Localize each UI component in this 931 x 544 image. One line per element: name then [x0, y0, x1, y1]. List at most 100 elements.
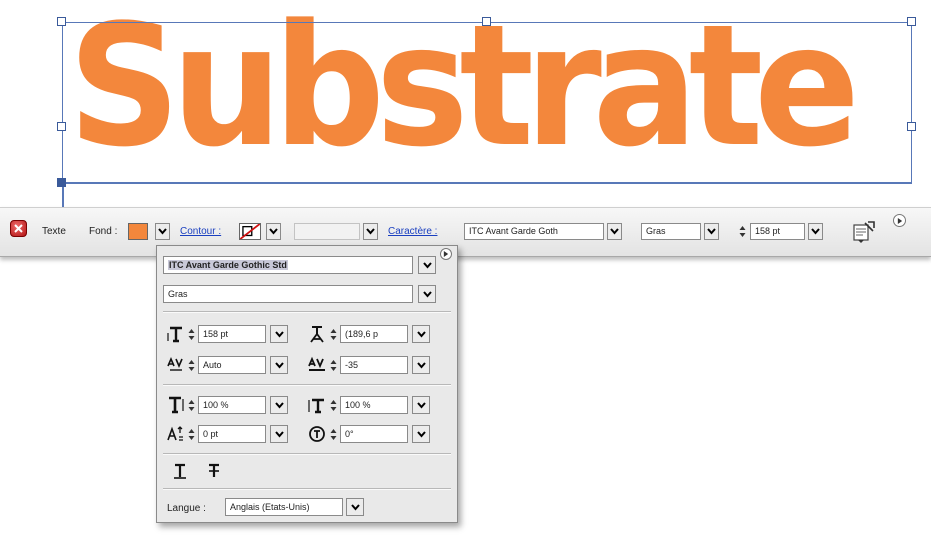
no-stroke-icon	[239, 223, 261, 240]
panel-kerning-dropdown[interactable]	[270, 356, 288, 374]
fill-color-swatch[interactable]	[128, 223, 148, 240]
panel-baseline-shift-dropdown[interactable]	[270, 425, 288, 443]
chevron-down-icon	[811, 228, 820, 235]
panel-vertical-scale-dropdown[interactable]	[270, 396, 288, 414]
spinner-arrows-icon	[330, 400, 336, 411]
strikethrough-button[interactable]	[205, 462, 223, 480]
spinner-arrows-icon	[188, 360, 194, 371]
panel-kerning-field[interactable]: Auto	[198, 356, 266, 374]
spinner-arrows-icon	[188, 400, 194, 411]
font-size-panel-spinner[interactable]	[187, 326, 195, 343]
underline-icon	[174, 463, 186, 479]
chevron-down-icon	[707, 228, 716, 235]
panel-options-button[interactable]	[851, 219, 879, 243]
horizontal-scale-spinner[interactable]	[329, 397, 337, 414]
font-family-field[interactable]: ITC Avant Garde Goth	[464, 223, 604, 240]
font-style-field[interactable]: Gras	[641, 223, 701, 240]
panel-menu-icon	[853, 221, 875, 243]
panel-leading-dropdown[interactable]	[412, 325, 430, 343]
panel-font-family-field[interactable]: ITC Avant Garde Gothic Std	[163, 256, 413, 274]
panel-menu-button[interactable]	[440, 248, 452, 260]
horizontal-scale-icon	[308, 396, 326, 414]
tracking-icon	[308, 356, 326, 374]
panel-font-size-dropdown[interactable]	[270, 325, 288, 343]
baseline-shift-icon	[167, 425, 185, 443]
baseline-shift-spinner[interactable]	[187, 426, 195, 443]
spinner-arrows-icon	[330, 329, 336, 340]
selection-handle-top-center[interactable]	[482, 17, 491, 26]
panel-leading-field[interactable]: (189,6 p	[340, 325, 408, 343]
panel-font-family-value: ITC Avant Garde Gothic Std	[168, 260, 288, 270]
stroke-weight-dropdown-button[interactable]	[363, 223, 378, 240]
small-arrow-icon	[443, 251, 449, 257]
panel-tracking-field[interactable]: -35	[340, 356, 408, 374]
chevron-down-icon	[610, 228, 619, 235]
character-label-link[interactable]: Caractère :	[388, 222, 437, 241]
fill-label: Fond :	[89, 226, 118, 237]
panel-language-field[interactable]: Anglais (Etats-Unis)	[225, 498, 343, 516]
panel-vertical-scale-field[interactable]: 100 %	[198, 396, 266, 414]
stroke-color-swatch[interactable]	[239, 223, 261, 240]
rotation-spinner[interactable]	[329, 426, 337, 443]
selection-handle-mid-left[interactable]	[57, 122, 66, 131]
font-size-field[interactable]: 158 pt	[750, 223, 805, 240]
leading-spinner[interactable]	[329, 326, 337, 343]
fill-dropdown-button[interactable]	[155, 223, 170, 240]
selection-handle-mid-right[interactable]	[907, 122, 916, 131]
panel-font-size-field[interactable]: 158 pt	[198, 325, 266, 343]
panel-language-dropdown[interactable]	[346, 498, 364, 516]
spinner-arrows-icon	[188, 429, 194, 440]
stroke-dropdown-button[interactable]	[266, 223, 281, 240]
selection-handle-top-right[interactable]	[907, 17, 916, 26]
panel-tracking-dropdown[interactable]	[412, 356, 430, 374]
panel-font-style-field[interactable]: Gras	[163, 285, 413, 303]
close-icon	[14, 224, 23, 233]
spinner-arrows-icon	[188, 329, 194, 340]
selection-handle-top-left[interactable]	[57, 17, 66, 26]
vertical-scale-icon	[167, 396, 185, 414]
chevron-down-icon	[274, 430, 284, 438]
kerning-spinner[interactable]	[187, 357, 195, 374]
text-baseline	[62, 182, 912, 183]
panel-horizontal-scale-field[interactable]: 100 %	[340, 396, 408, 414]
chevron-down-icon	[416, 330, 426, 338]
control-bar: Texte Fond : Contour : Caractère : ITC A…	[0, 207, 931, 257]
panel-rotation-field[interactable]: 0°	[340, 425, 408, 443]
spinner-arrows-icon	[330, 429, 336, 440]
spinner-arrows-icon	[330, 360, 336, 371]
spinner-arrows-icon	[739, 226, 745, 237]
panel-separator	[163, 311, 451, 313]
chevron-down-icon	[366, 228, 375, 235]
chevron-down-icon	[416, 361, 426, 369]
panel-font-style-dropdown[interactable]	[418, 285, 436, 303]
panel-horizontal-scale-dropdown[interactable]	[412, 396, 430, 414]
control-bar-menu-button[interactable]	[893, 214, 906, 227]
chevron-down-icon	[269, 228, 278, 235]
panel-separator	[163, 384, 451, 386]
chevron-down-icon	[274, 330, 284, 338]
stroke-label-link[interactable]: Contour :	[180, 222, 221, 241]
underline-button[interactable]	[171, 462, 189, 480]
kerning-icon	[167, 356, 185, 374]
tool-label: Texte	[42, 226, 66, 237]
panel-rotation-dropdown[interactable]	[412, 425, 430, 443]
chevron-down-icon	[422, 261, 432, 269]
close-button[interactable]	[10, 220, 27, 237]
font-size-spinner[interactable]	[738, 223, 746, 240]
language-label: Langue :	[167, 503, 206, 514]
character-panel: ITC Avant Garde Gothic Std Gras 158 pt (…	[156, 245, 458, 523]
font-family-dropdown-button[interactable]	[607, 223, 622, 240]
text-selection-box[interactable]	[62, 22, 912, 184]
panel-font-family-dropdown[interactable]	[418, 256, 436, 274]
tracking-spinner[interactable]	[329, 357, 337, 374]
panel-separator	[163, 488, 451, 490]
baseline-handle[interactable]	[57, 178, 66, 187]
chevron-down-icon	[274, 361, 284, 369]
vertical-scale-spinner[interactable]	[187, 397, 195, 414]
chevron-down-icon	[274, 401, 284, 409]
panel-baseline-shift-field[interactable]: 0 pt	[198, 425, 266, 443]
chevron-down-icon	[416, 401, 426, 409]
font-style-dropdown-button[interactable]	[704, 223, 719, 240]
chevron-down-icon	[158, 228, 167, 235]
font-size-dropdown-button[interactable]	[808, 223, 823, 240]
